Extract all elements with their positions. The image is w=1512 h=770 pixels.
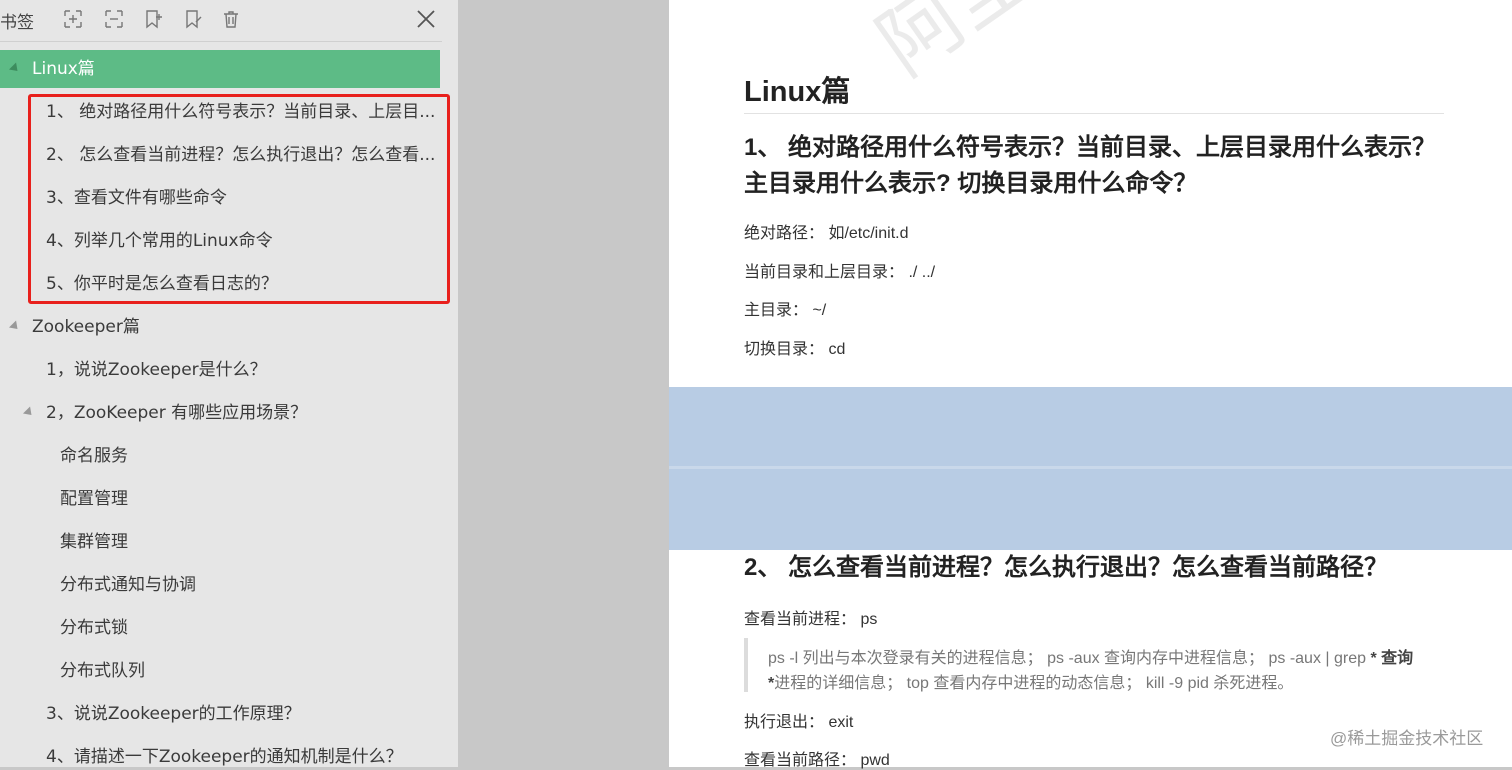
collapse-all-icon[interactable] [104, 9, 124, 29]
question-2-heading: 2、 怎么查看当前进程？怎么执行退出？怎么查看当前路径？ [744, 554, 1389, 581]
section-heading-linux: Linux篇 [744, 76, 851, 108]
expand-all-icon[interactable] [63, 9, 83, 29]
answer-home-dir: 主目录： ~/ [744, 302, 827, 319]
add-bookmark-icon[interactable] [144, 9, 164, 29]
bookmark-label: 3、查看文件有哪些命令 [46, 188, 227, 208]
question-1-heading: 1、 绝对路径用什么符号表示？当前目录、上层目录用什么表示？ 主目录用什么表示?… [744, 130, 1464, 202]
bookmark-label: Linux篇 [32, 59, 95, 79]
bookmark-item[interactable]: 3、查看文件有哪些命令 [0, 179, 440, 217]
bookmark-label: 分布式队列 [60, 661, 145, 681]
trash-icon[interactable] [221, 9, 241, 29]
bookmark-label: Zookeeper篇 [32, 317, 140, 337]
question-1-line-2: 主目录用什么表示? 切换目录用什么命令？ [744, 170, 1198, 197]
bookmark-label: 5、你平时是怎么查看日志的？ [46, 274, 278, 294]
bookmark-item[interactable]: 命名服务 [0, 437, 440, 475]
question-1-line-1: 1、 绝对路径用什么符号表示？当前目录、上层目录用什么表示？ [744, 134, 1437, 161]
bookmark-label: 配置管理 [60, 489, 128, 509]
header-divider [0, 41, 442, 42]
bookmark-panel-title: 书签 [0, 13, 34, 33]
quote-line-2: *进程的详细信息； top 查看内存中进程的动态信息； kill -9 pid … [768, 669, 1293, 693]
expand-arrow-icon[interactable] [8, 62, 22, 75]
edit-bookmark-icon[interactable] [184, 9, 204, 29]
answer-exit: 执行退出： exit [744, 714, 854, 731]
bookmark-label: 1，说说Zookeeper是什么？ [46, 360, 267, 380]
bookmark-label: 集群管理 [60, 532, 128, 552]
bookmark-panel: 书签 Linux篇 1、 绝对路径用什么符号表示？当前目录、上层目... 2、 怎么… [0, 0, 458, 767]
blockquote: ps -l 列出与本次登录有关的进程信息； ps -aux 查询内存中进程信息；… [744, 638, 1444, 692]
bookmark-label: 4、列举几个常用的Linux命令 [46, 231, 273, 251]
bookmark-item[interactable]: 3、说说Zookeeper的工作原理？ [0, 695, 440, 733]
heading-rule [744, 113, 1444, 114]
quote-line-1-text: ps -l 列出与本次登录有关的进程信息； ps -aux 查询内存中进程信息；… [768, 650, 1371, 667]
bookmark-item[interactable]: 5、你平时是怎么查看日志的？ [0, 265, 440, 303]
bookmark-item[interactable]: 配置管理 [0, 480, 440, 518]
bookmark-label: 命名服务 [60, 446, 128, 466]
bookmark-label: 2、 怎么查看当前进程？怎么执行退出？怎么查看... [46, 145, 436, 165]
answer-view-process: 查看当前进程： ps [744, 611, 878, 628]
answer-absolute-path: 绝对路径： 如/etc/init.d [744, 225, 909, 242]
bookmark-item[interactable]: 1，说说Zookeeper是什么？ [0, 351, 440, 389]
bookmark-item[interactable]: 4、列举几个常用的Linux命令 [0, 222, 440, 260]
bookmark-label: 分布式锁 [60, 618, 128, 638]
bookmark-item[interactable]: 2、 怎么查看当前进程？怎么执行退出？怎么查看... [0, 136, 440, 174]
close-icon[interactable] [415, 8, 437, 30]
quote-line-1-bold: * 查询 [1370, 650, 1414, 667]
bookmark-label: 分布式通知与协调 [60, 575, 196, 595]
bookmark-item[interactable]: Linux篇 [0, 50, 440, 88]
answer-current-dir: 当前目录和上层目录： ./ ../ [744, 264, 936, 281]
answer-pwd: 查看当前路径： pwd [744, 752, 890, 769]
bookmark-item[interactable]: 1、 绝对路径用什么符号表示？当前目录、上层目... [0, 93, 440, 131]
quote-line-1: ps -l 列出与本次登录有关的进程信息； ps -aux 查询内存中进程信息；… [768, 644, 1413, 668]
bookmark-label: 3、说说Zookeeper的工作原理？ [46, 704, 301, 724]
expand-arrow-icon[interactable] [8, 320, 22, 333]
answer-change-dir: 切换目录： cd [744, 341, 846, 358]
bookmark-item[interactable]: 4、请描述一下Zookeeper的通知机制是什么？ [0, 738, 440, 767]
bookmark-label: 4、请描述一下Zookeeper的通知机制是什么？ [46, 747, 403, 767]
document-gutter [458, 0, 669, 767]
bookmark-item[interactable]: 分布式锁 [0, 609, 440, 647]
bookmark-item[interactable]: 集群管理 [0, 523, 440, 561]
bookmark-item[interactable]: 分布式队列 [0, 652, 440, 690]
bookmark-label: 2，ZooKeeper 有哪些应用场景？ [46, 403, 308, 423]
quote-line-2-text: 进程的详细信息； top 查看内存中进程的动态信息； kill -9 pid 杀… [774, 675, 1294, 692]
site-watermark: @稀土掘金技术社区 [1330, 729, 1484, 748]
bookmark-item[interactable]: Zookeeper篇 [0, 308, 440, 346]
bookmark-item[interactable]: 2，ZooKeeper 有哪些应用场景？ [0, 394, 440, 432]
bookmark-panel-header: 书签 [0, 0, 458, 40]
bookmark-label: 1、 绝对路径用什么符号表示？当前目录、上层目... [46, 102, 436, 122]
expand-arrow-icon[interactable] [22, 406, 36, 419]
bookmark-item[interactable]: 分布式通知与协调 [0, 566, 440, 604]
page-separator-line [669, 466, 1512, 469]
